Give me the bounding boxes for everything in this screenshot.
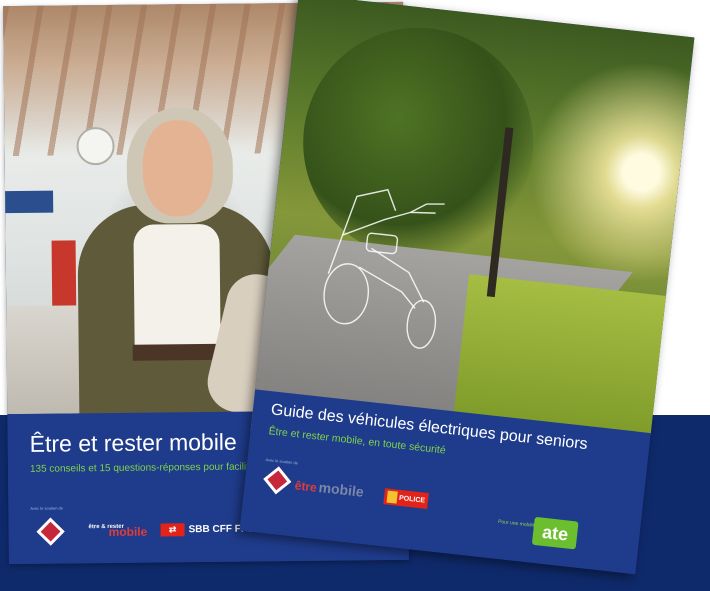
woman-face (142, 119, 214, 217)
ate-logo: ate (531, 516, 579, 550)
station-clock (76, 126, 115, 166)
brochure-1-support-label: Avec le soutien de (30, 505, 63, 511)
brochure-1-title: Être et rester mobile (29, 428, 237, 457)
woman-blouse (133, 223, 221, 355)
sbb-arrows-icon: ⇄ (160, 523, 185, 537)
scooter-outline-icon (323, 188, 445, 349)
park-photo (239, 0, 695, 458)
brochure-vehicules-electriques: Guide des véhicules électriques pour sen… (239, 0, 695, 575)
woman-belt (132, 343, 225, 361)
station-sign (5, 190, 54, 214)
red-post (51, 240, 77, 311)
etre-word: être (294, 478, 318, 495)
mobile-logo: mobile (108, 524, 148, 540)
